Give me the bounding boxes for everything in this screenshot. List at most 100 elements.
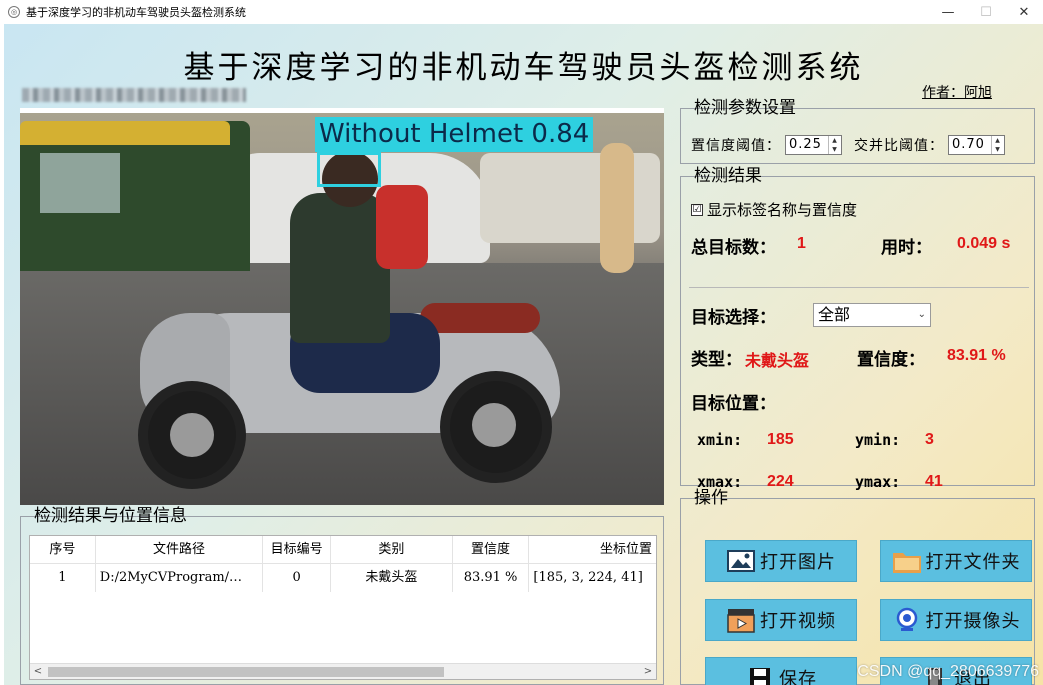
spin-arrows-icon[interactable]: ▲ ▼ [828,136,841,154]
conf-threshold-spinbox[interactable]: 0.25 ▲ ▼ [785,135,842,155]
maximize-button[interactable]: ☐ [967,0,1005,24]
open-camera-label: 打开摄像头 [925,611,1021,632]
table-cell: 1 [30,564,96,592]
rider-body [290,193,390,343]
watermark: CSDN @qq_2806639776 [857,663,1039,680]
detection-label: Without Helmet 0.84 [315,117,594,152]
iou-threshold-spinbox[interactable]: 0.70 ▲ ▼ [948,135,1005,155]
results-table-title: 检测结果与位置信息 [34,506,187,526]
scooter-seat [420,303,540,333]
open-image-label: 打开图片 [760,552,836,573]
target-select-value: 全部 [818,305,851,324]
params-title: 检测参数设置 [694,98,796,118]
video-icon [726,607,756,633]
checkbox-icon[interactable]: ☑ [691,203,703,216]
result-group: 检测结果 ☑ 显示标签名称与置信度 总目标数： 1 用时： 0.049 s 目标… [680,166,1035,491]
table-header: 序号 文件路径 目标编号 类别 置信度 坐标位置 [30,536,656,564]
front-wheel [138,381,246,489]
column-header[interactable]: 目标编号 [263,536,332,563]
save-icon [745,665,775,685]
pedestrian [600,143,634,273]
detection-image: Without Helmet 0.84 [20,113,664,505]
table-cell: 0 [263,564,332,592]
image-icon [726,548,756,574]
show-label-checkbox[interactable]: ☑ 显示标签名称与置信度 [691,199,857,220]
ymax-label: ymax: [855,473,901,491]
close-button[interactable]: ✕ [1005,0,1043,24]
table-cell: 83.91 % [453,564,530,592]
save-label: 保存 [779,669,817,685]
rear-wheel [440,371,552,483]
open-video-label: 打开视频 [760,611,836,632]
time-label: 用时： [881,238,932,258]
scroll-right-icon[interactable]: > [640,664,656,679]
column-header[interactable]: 坐标位置 [529,536,656,563]
ymax-value: 41 [925,473,943,490]
params-row: 置信度阈值： 0.25 ▲ ▼ 交并比阈值： 0.70 ▲ ▼ [691,135,1005,155]
open-image-button[interactable]: 打开图片 [705,540,857,582]
table-row[interactable]: 1 D:/2MyCVProgram/… 0 未戴头盔 83.91 % [185,… [30,564,656,592]
xmin-label: xmin: [697,431,743,449]
ymin-value: 3 [925,431,934,448]
target-select-label: 目标选择： [691,308,776,328]
table-cell: 未戴头盔 [331,564,453,592]
webcam-icon [892,607,922,633]
result-title: 检测结果 [694,166,762,186]
image-display: Without Helmet 0.84 [20,108,664,505]
conf-threshold-label: 置信度阈值： [691,138,781,154]
open-camera-button[interactable]: 打开摄像头 [880,599,1032,641]
save-button[interactable]: 保存 [705,657,857,685]
app-icon: ◎ [8,6,20,18]
position-label: 目标位置： [691,394,776,414]
operations-group: 操作 打开图片 打开文件夹 打开视频 打开摄像头 保存 退出 [680,488,1035,685]
target-select-dropdown[interactable]: 全部 ⌄ [813,303,931,327]
confidence-label: 置信度： [857,350,925,370]
type-value: 未戴头盔 [745,351,810,370]
column-header[interactable]: 置信度 [453,536,530,563]
confidence-value: 83.91 % [947,347,1006,364]
scroll-left-icon[interactable]: < [30,664,46,679]
open-folder-button[interactable]: 打开文件夹 [880,540,1032,582]
red-backpack [376,185,428,269]
chevron-down-icon[interactable]: ⌄ [918,304,926,326]
results-table[interactable]: 序号 文件路径 目标编号 类别 置信度 坐标位置 1 D:/2MyCVProgr… [29,535,657,680]
blurred-text [22,88,246,102]
params-group: 检测参数设置 置信度阈值： 0.25 ▲ ▼ 交并比阈值： 0.70 ▲ ▼ [680,98,1035,164]
time-value: 0.049 s [957,235,1011,252]
table-cell: [185, 3, 224, 41] [533,570,643,585]
operations-title: 操作 [694,488,728,508]
author-label: 作者：阿旭 [922,85,992,101]
window-controls: — ☐ ✕ [929,0,1043,24]
iou-threshold-label: 交并比阈值： [854,138,944,154]
open-folder-label: 打开文件夹 [925,552,1021,573]
scrollbar-thumb[interactable] [48,667,444,677]
show-label-text: 显示标签名称与置信度 [707,201,858,219]
folder-icon [892,548,922,574]
xmax-value: 224 [767,473,794,490]
conf-threshold-value[interactable]: 0.25 [786,136,828,154]
main-window: 基于深度学习的非机动车驾驶员头盔检测系统 作者：阿旭 Without Helme… [4,24,1043,685]
detection-box [317,152,381,187]
app-title: 基于深度学习的非机动车驾驶员头盔检测系统 [183,50,864,86]
iou-threshold-value[interactable]: 0.70 [949,136,991,154]
column-header[interactable]: 类别 [331,536,453,563]
auto-rickshaw-roof [20,121,230,145]
open-video-button[interactable]: 打开视频 [705,599,857,641]
spin-arrows-icon[interactable]: ▲ ▼ [991,136,1004,154]
minimize-button[interactable]: — [929,0,967,24]
column-header[interactable]: 序号 [30,536,96,563]
results-table-group: 检测结果与位置信息 序号 文件路径 目标编号 类别 置信度 坐标位置 1 D:/… [20,506,664,685]
total-targets-value: 1 [797,235,806,252]
window-title: 基于深度学习的非机动车驾驶员头盔检测系统 [26,6,246,19]
auto-rickshaw-window [40,153,120,213]
window-titlebar: ◎ 基于深度学习的非机动车驾驶员头盔检测系统 — ☐ ✕ [0,0,1043,24]
type-label: 类型： [691,350,742,370]
xmin-value: 185 [767,431,794,448]
rear-hub [472,403,516,447]
front-hub [170,413,214,457]
total-targets-label: 总目标数： [691,238,776,258]
divider [689,287,1029,288]
column-header[interactable]: 文件路径 [96,536,264,563]
ymin-label: ymin: [855,431,901,449]
horizontal-scrollbar[interactable]: < > [30,663,656,679]
